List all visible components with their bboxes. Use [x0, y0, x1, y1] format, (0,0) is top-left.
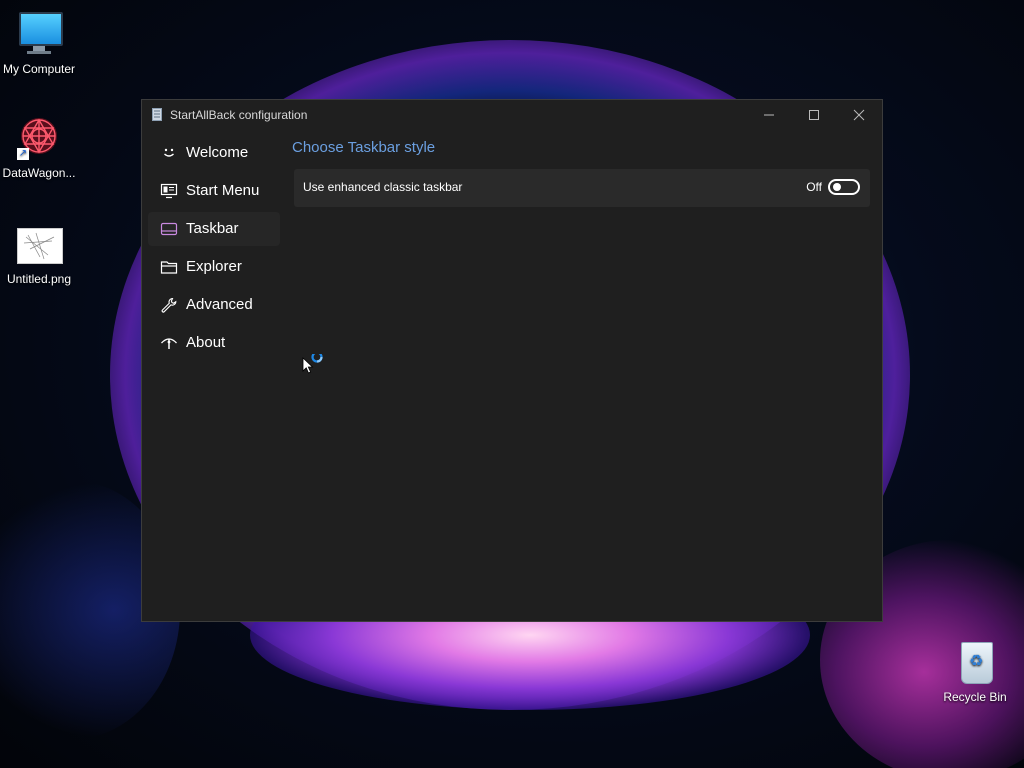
- wrench-icon: [161, 297, 177, 313]
- startallback-app-icon: [152, 108, 162, 121]
- monitor-icon: [15, 10, 63, 58]
- taskbar-icon: [160, 222, 178, 236]
- sidebar-item-start-menu[interactable]: Start Menu: [148, 174, 280, 208]
- maximize-button[interactable]: [791, 100, 837, 130]
- busy-cursor-icon: [302, 354, 323, 374]
- sidebar-item-explorer[interactable]: Explorer: [148, 250, 280, 284]
- minimize-icon: [764, 114, 774, 116]
- title-bar[interactable]: StartAllBack configuration: [142, 100, 882, 130]
- window-title: StartAllBack configuration: [170, 108, 308, 122]
- toggle-knob: [833, 183, 841, 191]
- desktop-icon-recycle-bin[interactable]: ♻ Recycle Bin: [934, 638, 1016, 704]
- sidebar-item-label: Welcome: [186, 144, 249, 161]
- sidebar-item-label: Taskbar: [186, 220, 239, 237]
- desktop-icon-my-computer[interactable]: My Computer: [0, 10, 80, 76]
- desktop-icon-datawagon[interactable]: ↗ DataWagon...: [0, 114, 80, 180]
- smiley-icon: [164, 148, 174, 157]
- folder-icon: [160, 261, 178, 274]
- desktop-icon-label: Recycle Bin: [943, 690, 1007, 704]
- start-menu-icon: [160, 183, 178, 199]
- toggle-state-text: Off: [806, 180, 822, 194]
- setting-label: Use enhanced classic taskbar: [303, 180, 463, 194]
- recycle-bin-icon: ♻: [951, 638, 999, 686]
- desktop-icon-label: My Computer: [2, 62, 76, 76]
- close-icon: [853, 109, 865, 121]
- about-icon: [161, 338, 177, 349]
- startallback-config-window: StartAllBack configuration Welcome Start…: [141, 99, 883, 622]
- desktop-icon-label: Untitled.png: [6, 272, 72, 286]
- desktop-icon-label: DataWagon...: [2, 166, 76, 180]
- datawagon-app-icon: ↗: [15, 114, 63, 162]
- desktop-icon-untitled-png[interactable]: Untitled.png: [0, 220, 80, 286]
- sidebar-item-label: Explorer: [186, 258, 242, 275]
- sidebar-item-label: Start Menu: [186, 182, 260, 199]
- sidebar-item-about[interactable]: About: [148, 326, 280, 360]
- sidebar-item-taskbar[interactable]: Taskbar: [148, 212, 280, 246]
- image-file-icon: [15, 220, 63, 268]
- toggle-switch[interactable]: [828, 179, 860, 195]
- sidebar-item-label: About: [186, 334, 226, 351]
- sidebar-item-welcome[interactable]: Welcome: [148, 136, 280, 170]
- sidebar-item-label: Advanced: [186, 296, 253, 313]
- sidebar-item-advanced[interactable]: Advanced: [148, 288, 280, 322]
- shortcut-arrow-icon: ↗: [17, 148, 29, 160]
- close-button[interactable]: [836, 100, 882, 130]
- setting-row-enhanced-classic-taskbar[interactable]: Use enhanced classic taskbar Off: [294, 169, 870, 207]
- minimize-button[interactable]: [746, 100, 792, 130]
- sidebar-nav: Welcome Start Menu Taskbar Explorer Adva…: [148, 136, 280, 364]
- maximize-icon: [809, 110, 819, 120]
- section-title: Choose Taskbar style: [292, 139, 436, 156]
